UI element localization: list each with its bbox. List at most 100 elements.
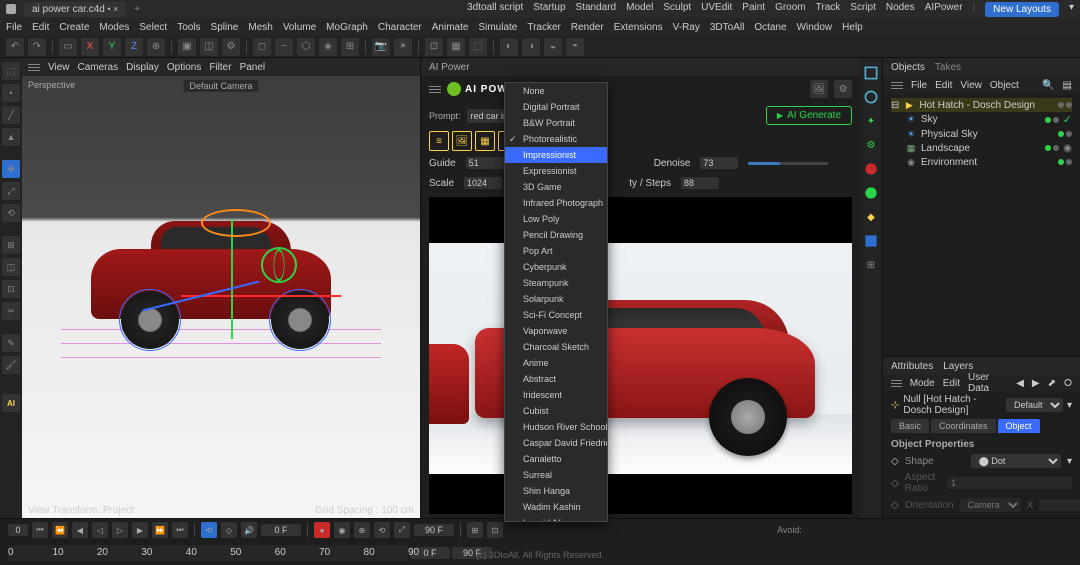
- orient-x-input[interactable]: [1039, 499, 1080, 511]
- snap-button[interactable]: ⊡: [425, 38, 443, 56]
- style-option[interactable]: Abstract: [505, 371, 607, 387]
- rtool-star[interactable]: ✦: [862, 112, 880, 130]
- gizmo-y-axis[interactable]: [231, 219, 233, 339]
- subtab-object[interactable]: Object: [998, 419, 1040, 433]
- tree-row-physky[interactable]: ☀ Physical Sky: [891, 127, 1072, 141]
- tree-row-sky[interactable]: ☀ Sky ✓: [891, 112, 1072, 127]
- mode-image-icon[interactable]: 🖼: [452, 131, 472, 151]
- scale-input[interactable]: [464, 177, 502, 189]
- rtool-green[interactable]: [862, 184, 880, 202]
- gizmo-ring[interactable]: [201, 209, 271, 237]
- attr-nav-back[interactable]: ◀: [1016, 378, 1024, 389]
- attr-lock-icon[interactable]: ⭘: [1064, 378, 1072, 389]
- menu-tracker[interactable]: Tracker: [527, 22, 561, 33]
- gizmo-sphere[interactable]: [261, 247, 297, 283]
- extra-btn-1[interactable]: ⊞: [467, 522, 483, 538]
- rtool-gear[interactable]: ⚙: [862, 136, 880, 154]
- extra4-button[interactable]: ◓: [566, 38, 584, 56]
- coord-toggle[interactable]: ⊕: [147, 38, 165, 56]
- denoise-slider[interactable]: [748, 162, 828, 165]
- mode-list-icon[interactable]: ≡: [429, 131, 449, 151]
- camera-selector[interactable]: Default Camera: [183, 80, 258, 92]
- keyframe-button[interactable]: ◇: [221, 522, 237, 538]
- attr-nav-fwd[interactable]: ▶: [1032, 378, 1040, 389]
- axis-x-toggle[interactable]: X: [81, 38, 99, 56]
- ai-power-tool[interactable]: AI: [2, 394, 20, 412]
- frame-start-field[interactable]: [8, 524, 28, 536]
- polys-mode[interactable]: ▲: [2, 128, 20, 146]
- layout-sculpt[interactable]: Sculpt: [663, 2, 691, 17]
- loop-button[interactable]: ⟲: [201, 522, 217, 538]
- style-option[interactable]: Cubist: [505, 403, 607, 419]
- layout-model[interactable]: Model: [626, 2, 653, 17]
- redo-button[interactable]: ↷: [28, 38, 46, 56]
- cube-primitive[interactable]: ◻: [253, 38, 271, 56]
- move-tool[interactable]: ✥: [2, 160, 20, 178]
- style-option[interactable]: Infrared Photograph: [505, 195, 607, 211]
- shape-select[interactable]: ⬤ Dot: [971, 454, 1061, 468]
- layout-startup[interactable]: Startup: [533, 2, 565, 17]
- style-option[interactable]: Photorealistic: [505, 131, 607, 147]
- document-tab[interactable]: ai power car.c4d • ×: [24, 2, 126, 17]
- ai-settings-button[interactable]: ⚙: [834, 80, 852, 98]
- attr-nav-up[interactable]: ⬈: [1048, 378, 1056, 389]
- style-option[interactable]: Vaporwave: [505, 323, 607, 339]
- style-option[interactable]: B&W Portrait: [505, 115, 607, 131]
- goto-start-button[interactable]: ⏮: [32, 522, 48, 538]
- menu-vray[interactable]: V-Ray: [673, 22, 700, 33]
- tag-icon[interactable]: ◉: [1063, 143, 1072, 154]
- deformer-button[interactable]: ◈: [319, 38, 337, 56]
- prev-frame-button[interactable]: ◀: [72, 522, 88, 538]
- key-all-button[interactable]: ◉: [334, 522, 350, 538]
- menu-tools[interactable]: Tools: [177, 22, 200, 33]
- generator-button[interactable]: ⬡: [297, 38, 315, 56]
- tree-item-label[interactable]: Physical Sky: [921, 129, 1054, 140]
- obj-menu-object[interactable]: Object: [990, 80, 1019, 91]
- add-tab-button[interactable]: +: [134, 4, 140, 15]
- layout-standard[interactable]: Standard: [576, 2, 617, 17]
- style-option[interactable]: Digital Portrait: [505, 99, 607, 115]
- asset-button[interactable]: ⬚: [469, 38, 487, 56]
- autokey-button[interactable]: 🔊: [241, 522, 257, 538]
- key-pos-button[interactable]: ⊕: [354, 522, 370, 538]
- style-option[interactable]: Sci-Fi Concept: [505, 307, 607, 323]
- tab-layers[interactable]: Layers: [943, 361, 973, 372]
- vp-menu-panel[interactable]: Panel: [240, 62, 266, 73]
- tab-attributes[interactable]: Attributes: [891, 361, 933, 372]
- tree-item-label[interactable]: Sky: [921, 114, 1041, 125]
- recent-tool-3[interactable]: ⊡: [2, 280, 20, 298]
- style-option[interactable]: Hudson River School: [505, 419, 607, 435]
- attr-menu-edit[interactable]: Edit: [943, 378, 960, 389]
- attr-menu-icon[interactable]: [891, 380, 902, 387]
- obj-filter-icon[interactable]: ▤: [1063, 80, 1072, 91]
- extra-btn-2[interactable]: ⊡: [487, 522, 503, 538]
- field-button[interactable]: ⊞: [341, 38, 359, 56]
- menu-select[interactable]: Select: [139, 22, 167, 33]
- menu-render[interactable]: Render: [571, 22, 604, 33]
- key-rot-button[interactable]: ⟲: [374, 522, 390, 538]
- vp-menu-view[interactable]: View: [48, 62, 70, 73]
- menu-octane[interactable]: Octane: [754, 22, 786, 33]
- style-option[interactable]: Wadim Kashin: [505, 499, 607, 515]
- extra1-button[interactable]: ◐: [500, 38, 518, 56]
- spline-primitive[interactable]: ~: [275, 38, 293, 56]
- menu-mograph[interactable]: MoGraph: [326, 22, 368, 33]
- end-frame-field[interactable]: [414, 524, 454, 536]
- attr-menu-userdata[interactable]: User Data: [968, 372, 1008, 394]
- menu-help[interactable]: Help: [842, 22, 863, 33]
- obj-menu-edit[interactable]: Edit: [935, 80, 952, 91]
- viewport-menu-icon[interactable]: [28, 64, 40, 71]
- style-option[interactable]: Shin Hanga: [505, 483, 607, 499]
- tree-row-root[interactable]: ⊟ ▶ Hot Hatch - Dosch Design: [891, 98, 1072, 112]
- rtool-cube[interactable]: [862, 64, 880, 82]
- vp-menu-display[interactable]: Display: [126, 62, 159, 73]
- new-layouts-button[interactable]: New Layouts: [985, 2, 1059, 17]
- undo-button[interactable]: ↶: [6, 38, 24, 56]
- extra2-button[interactable]: ◑: [522, 38, 540, 56]
- render-settings-button[interactable]: ⚙: [222, 38, 240, 56]
- axis-y-toggle[interactable]: Y: [103, 38, 121, 56]
- layout-3dtoall[interactable]: 3dtoall script: [467, 2, 523, 17]
- vp-menu-options[interactable]: Options: [167, 62, 201, 73]
- rtool-red[interactable]: [862, 160, 880, 178]
- style-option[interactable]: Pencil Drawing: [505, 227, 607, 243]
